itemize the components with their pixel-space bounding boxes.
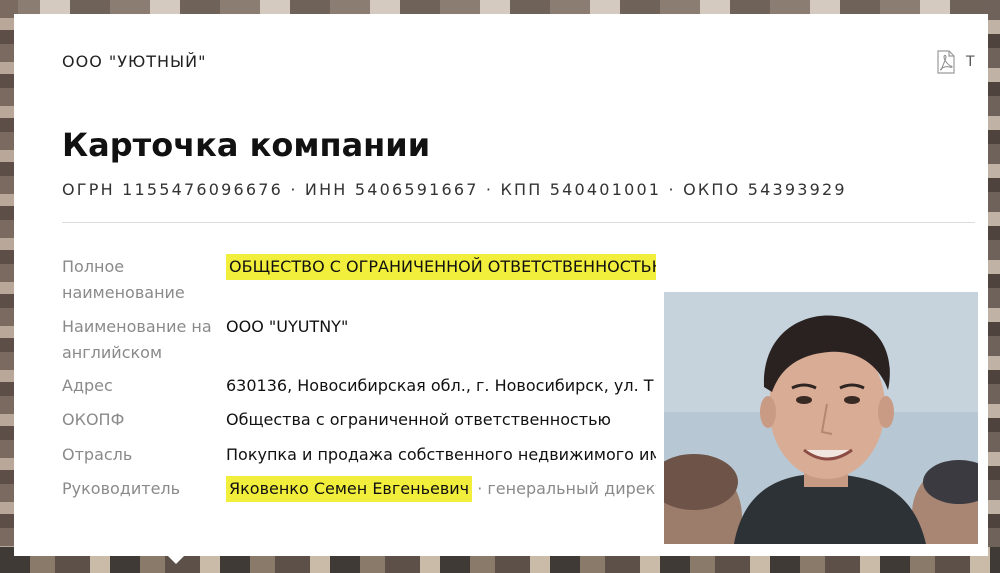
registration-codes: ОГРН 1155476096676 · ИНН 5406591667 · КП…: [62, 180, 847, 199]
row-value: Покупка и продажа собственного недвижимо…: [226, 445, 656, 464]
cut-off-header-text: Т: [966, 54, 975, 70]
page-title: Карточка компании: [62, 126, 431, 164]
row-value: Общества с ограниченной ответственностью: [226, 410, 612, 429]
row-label: Руководитель: [62, 479, 181, 498]
background-buildings-right: [986, 0, 1000, 573]
pdf-icon[interactable]: [936, 50, 956, 74]
row-label: Наименование на английском: [62, 317, 212, 362]
director-photo: [664, 292, 978, 544]
director-position: · генеральный директ: [472, 479, 656, 498]
row-label: Полное наименование: [62, 257, 185, 302]
callout-tail: [166, 554, 186, 564]
highlighted-full-name: ОБЩЕСТВО С ОГРАНИЧЕННОЙ ОТВЕТСТВЕННОСТЬЮ…: [226, 254, 656, 280]
row-value: Яковенко Семен Евгеньевич · генеральный …: [226, 476, 656, 502]
background-buildings-top: [0, 0, 1000, 14]
row-label: ОКОПФ: [62, 410, 125, 429]
row-label: Адрес: [62, 376, 113, 395]
director-name-link[interactable]: Яковенко Семен Евгеньевич: [226, 476, 473, 502]
row-value: ОБЩЕСТВО С ОГРАНИЧЕННОЙ ОТВЕТСТВЕННОСТЬЮ…: [226, 254, 656, 280]
divider: [62, 222, 975, 223]
row-value: 630136, Новосибирская обл., г. Новосибир…: [226, 376, 654, 395]
row-label: Отрасль: [62, 445, 133, 464]
company-short-name: ООО "УЮТНЫЙ": [62, 52, 207, 71]
row-value: ООО "UYUTNY": [226, 317, 349, 336]
